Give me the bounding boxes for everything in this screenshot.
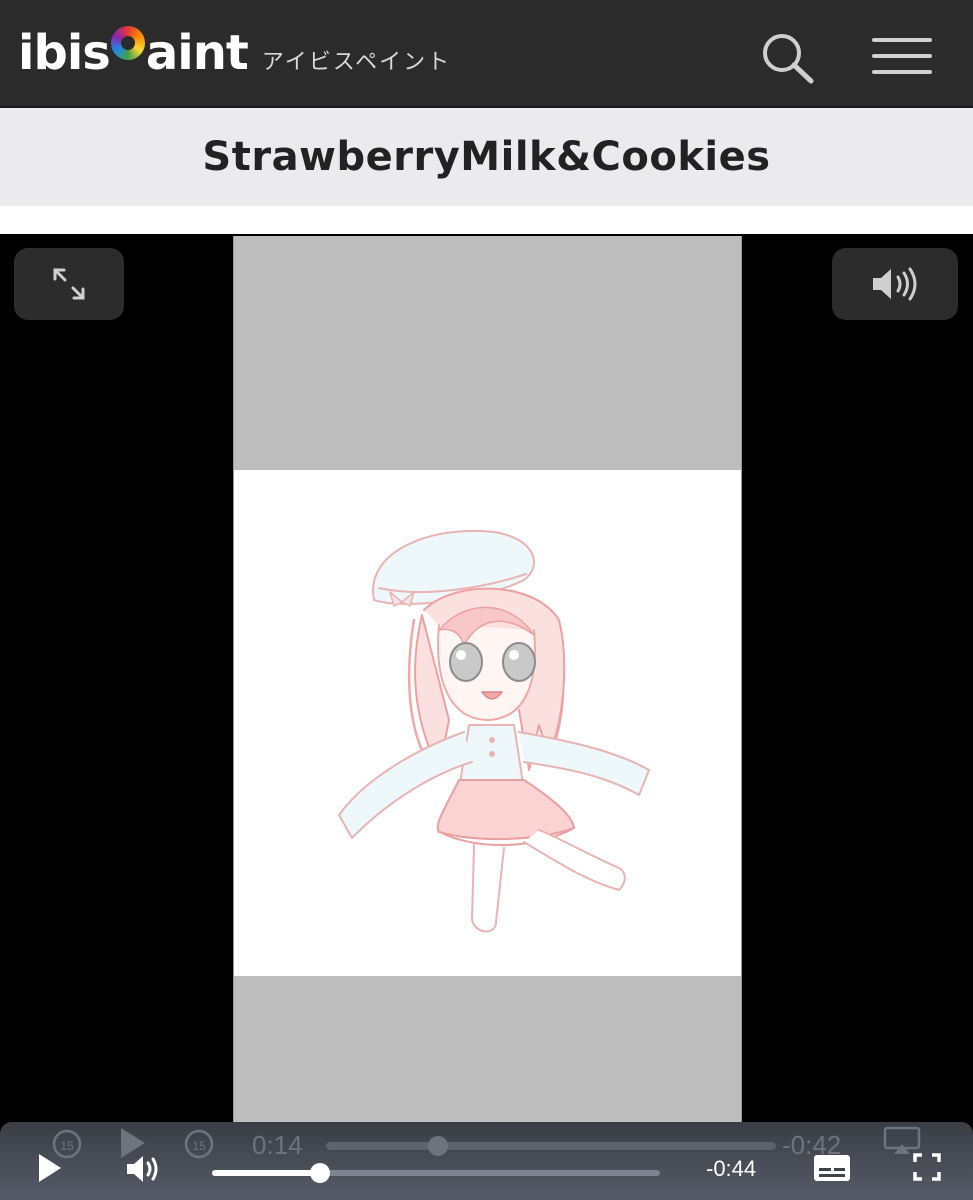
drawing-canvas: [234, 470, 741, 976]
search-button[interactable]: [758, 30, 816, 84]
skip-forward-button[interactable]: 15: [182, 1126, 216, 1160]
svg-text:15: 15: [60, 1139, 74, 1153]
expand-button[interactable]: [14, 248, 124, 320]
skip-forward-15-icon: 15: [184, 1129, 214, 1159]
page-title: StrawberryMilk&Cookies: [202, 134, 771, 180]
progress-fill: [212, 1170, 320, 1176]
mute-button[interactable]: [124, 1152, 160, 1186]
ibispaint-logo[interactable]: ibis aint アイビスペイント: [18, 20, 451, 86]
ghost-scrubber-thumb: [428, 1136, 448, 1156]
captions-icon: [814, 1155, 850, 1181]
fullscreen-icon: [913, 1153, 941, 1181]
remaining-time: -0:44: [706, 1156, 757, 1181]
fullscreen-button[interactable]: [912, 1152, 942, 1182]
menu-button[interactable]: [872, 38, 932, 74]
captions-button[interactable]: [812, 1152, 852, 1184]
speaker-volume-icon: [873, 267, 917, 301]
logo-text-left: ibis: [18, 25, 111, 81]
ghost-current-time: 0:14: [252, 1130, 303, 1160]
ghost-scrubber-track: [326, 1136, 776, 1156]
logo-text-right: aint: [145, 25, 249, 81]
video-player[interactable]: 0:14 -0:42 15 15 -0:44: [0, 234, 973, 1200]
video-frame[interactable]: [233, 236, 742, 1200]
skip-back-button[interactable]: 15: [50, 1126, 84, 1160]
title-bar: StrawberryMilk&Cookies: [0, 108, 973, 206]
progress-thumb[interactable]: [309, 1163, 330, 1183]
volume-button[interactable]: [832, 248, 958, 320]
logo-subtitle: アイビスペイント: [261, 49, 452, 74]
svg-text:15: 15: [192, 1139, 206, 1153]
expand-arrows-icon: [53, 268, 85, 300]
progress-scrubber[interactable]: [212, 1163, 660, 1183]
color-wheel-icon: [110, 26, 145, 60]
search-icon: [763, 34, 814, 84]
site-header: ibis aint アイビスペイント: [0, 0, 973, 108]
skip-back-15-icon: 15: [52, 1129, 82, 1159]
hamburger-menu-icon: [872, 38, 932, 42]
speaker-icon: [127, 1156, 158, 1182]
playback-control-bar: 0:14 -0:42 15 15 -0:44: [0, 1122, 973, 1200]
chibi-character-illustration: [338, 529, 650, 933]
